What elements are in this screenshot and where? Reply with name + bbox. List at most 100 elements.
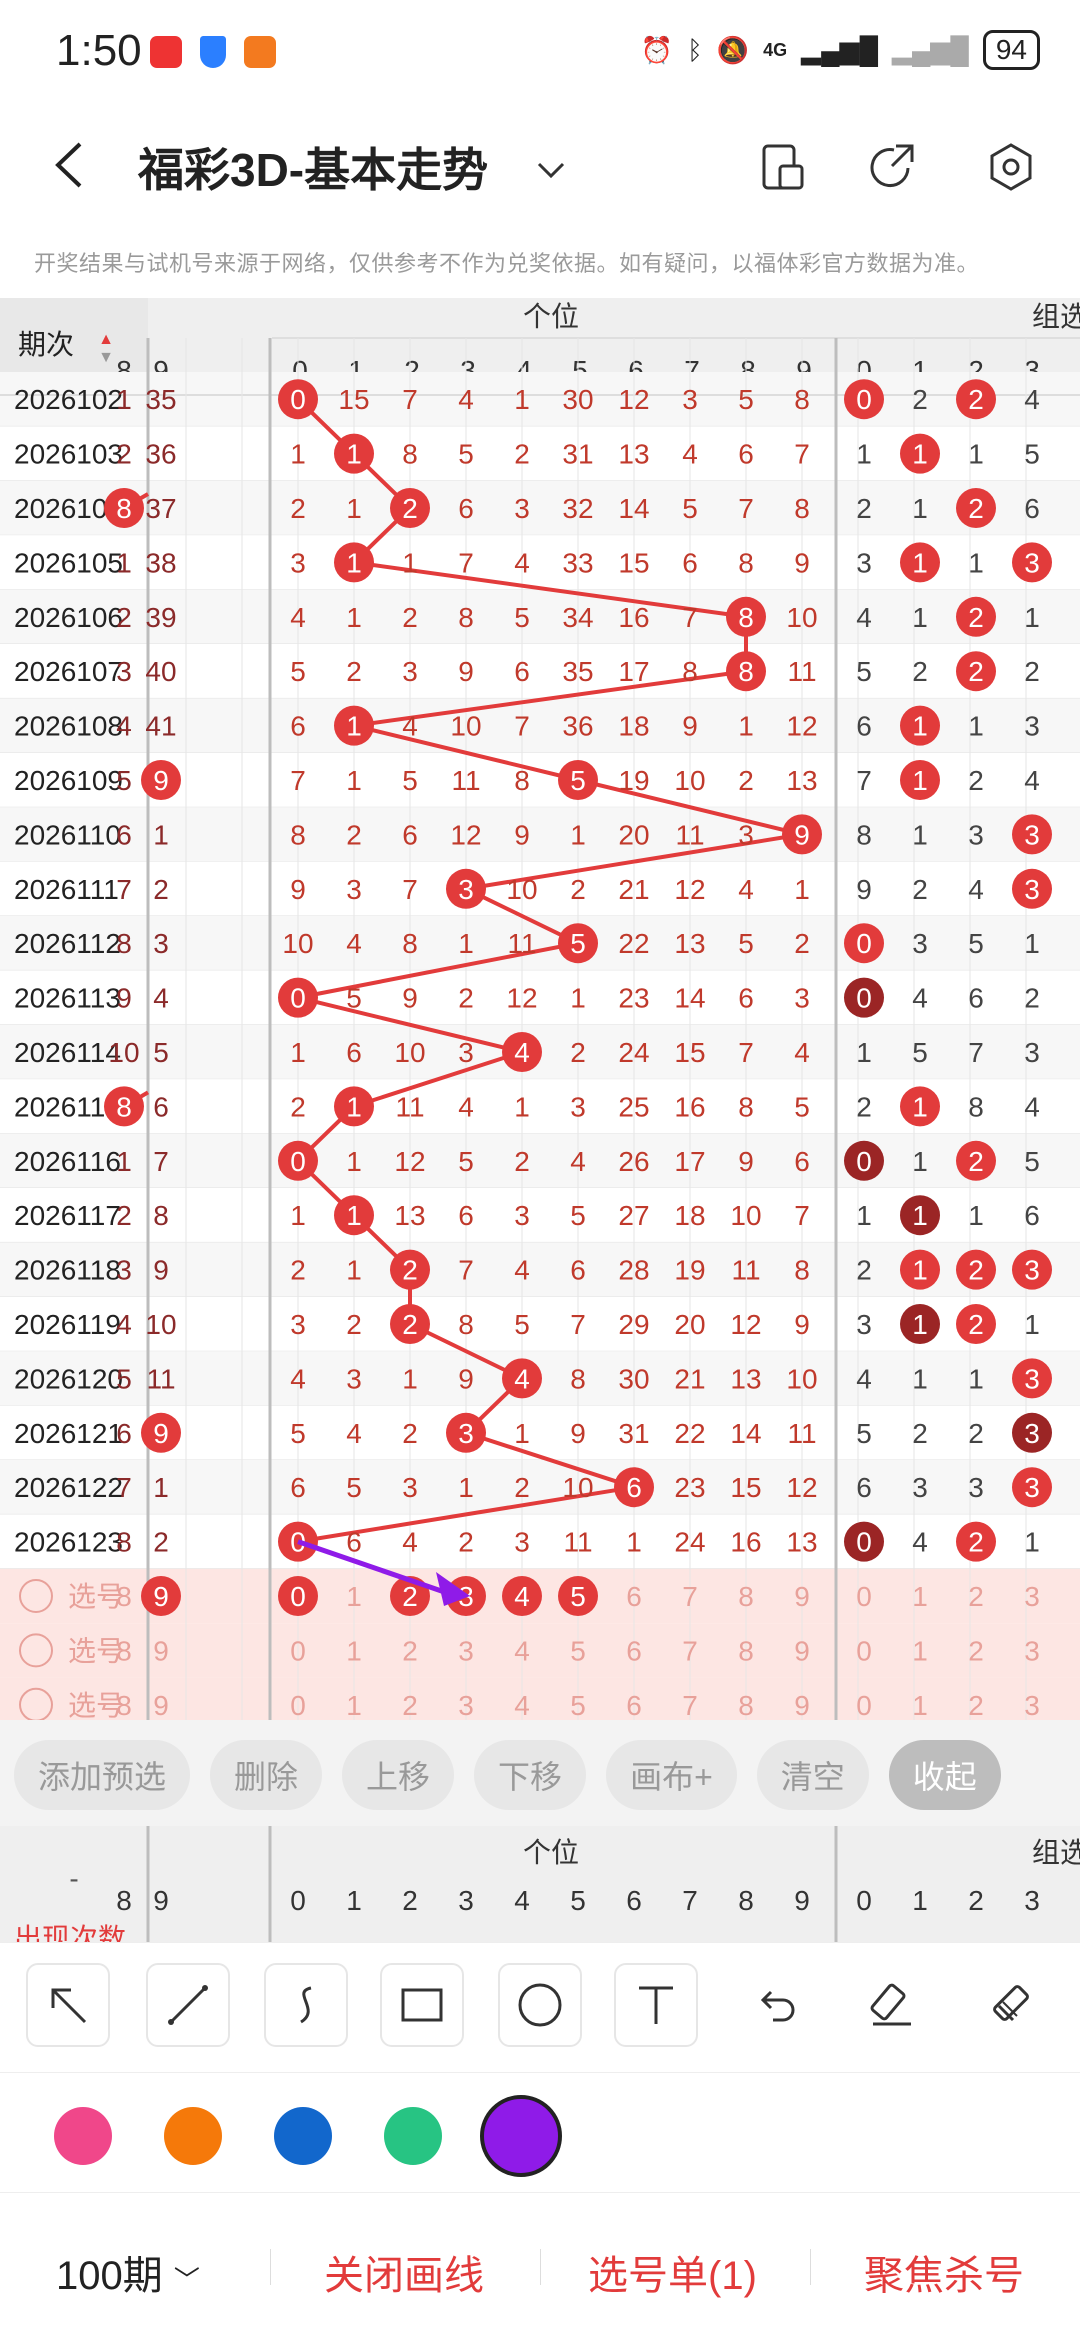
cell-value: 2 (912, 1418, 928, 1449)
pink-color-swatch[interactable] (54, 2107, 112, 2165)
cell-value: 5 (346, 1472, 362, 1503)
period-cell: 2026103 (14, 439, 123, 470)
clear-brush-icon[interactable] (968, 1963, 1052, 2047)
cell-value: 7 (570, 1309, 586, 1340)
chevron-down-icon[interactable] (536, 160, 566, 180)
cell-value: 3 (290, 1309, 306, 1340)
cell-value: 4 (738, 874, 754, 905)
cell-value: 15 (338, 384, 369, 415)
cell-value: 2 (514, 1146, 530, 1177)
move-up-button[interactable]: 上移 (342, 1740, 455, 1810)
mute-icon: 🔕 (716, 34, 750, 65)
close-lines-button[interactable]: 关闭画线 (324, 2243, 484, 2301)
cell-value: 18 (618, 711, 649, 742)
cell-value: 3 (738, 819, 754, 850)
cell-value: 8 (116, 1527, 132, 1558)
period-cell: 2026118 (14, 1255, 121, 1286)
cell-value: 6 (346, 1527, 362, 1558)
cell-value: 2 (570, 874, 586, 905)
huawei-app-icon (150, 36, 182, 68)
cell-value: 5 (912, 1037, 928, 1068)
period-cell: 2026107 (14, 656, 123, 687)
page-title[interactable]: 福彩3D-基本走势 (138, 134, 488, 200)
cell-value: 7 (116, 874, 132, 905)
cell-value: 4 (116, 1309, 132, 1340)
cell-value: 4 (856, 1363, 872, 1394)
circle-tool-icon[interactable] (498, 1963, 582, 2047)
cell-value: 11 (563, 1527, 592, 1558)
period-cell: 2026116 (14, 1146, 121, 1177)
arrow-tool-icon[interactable] (26, 1963, 110, 2047)
cell-value: 1 (570, 819, 586, 850)
share-icon[interactable] (868, 142, 918, 192)
cell-value: 3 (912, 1472, 928, 1503)
text-tool-icon[interactable] (614, 1963, 698, 2047)
cell-value: 21 (674, 1363, 705, 1394)
clear-button[interactable]: 清空 (756, 1740, 869, 1810)
cell-value: 3 (1024, 711, 1040, 742)
cell-value: 6 (682, 547, 698, 578)
cell-value: 41 (145, 711, 176, 742)
cell-value: 1 (116, 384, 132, 415)
drawing-tools (0, 1942, 1080, 2072)
collapse-button[interactable]: 收起 (888, 1740, 1001, 1810)
back-icon[interactable] (50, 140, 90, 190)
delete-button[interactable]: 删除 (210, 1740, 323, 1810)
cell-value: 5 (514, 1309, 530, 1340)
cell-value: 3 (514, 1527, 530, 1558)
period-cell: 2026122 (14, 1472, 123, 1503)
cell-value: 10 (674, 765, 705, 796)
cell-value: 10 (786, 602, 817, 633)
cell-value: 7 (738, 493, 754, 524)
cell-value: 2 (290, 1091, 306, 1122)
purple-color-swatch[interactable] (480, 2095, 562, 2177)
cell-value: 3 (794, 983, 810, 1014)
line-tool-icon[interactable] (146, 1963, 230, 2047)
cell-value: 3 (402, 1472, 418, 1503)
cell-value: 5 (290, 1418, 306, 1449)
cell-value: 8 (738, 602, 754, 633)
settings-icon[interactable] (986, 142, 1036, 192)
period-selector[interactable]: 100期 ﹀ (56, 2243, 200, 2301)
cell-value: 10 (450, 711, 481, 742)
column-header: 4 (514, 1885, 530, 1916)
orange-color-swatch[interactable] (164, 2107, 222, 2165)
sort-up-icon: ▲ (98, 331, 114, 348)
bluetooth-icon: ᛒ (687, 34, 703, 65)
move-down-button[interactable]: 下移 (474, 1740, 587, 1810)
curve-tool-icon[interactable] (264, 1963, 348, 2047)
blue-color-swatch[interactable] (274, 2107, 332, 2165)
cell-value: 6 (570, 1255, 586, 1286)
cell-value: 5 (1024, 439, 1040, 470)
cell-value: 2 (968, 656, 984, 687)
eraser-icon[interactable] (850, 1963, 934, 2047)
pick-value: 5 (570, 1581, 586, 1612)
green-color-swatch[interactable] (384, 2107, 442, 2165)
cell-value: 2 (968, 493, 984, 524)
cell-value: 8 (570, 1363, 586, 1394)
cell-value: 24 (618, 1037, 649, 1068)
cell-value: 2 (968, 1255, 984, 1286)
pick-value: 3 (1024, 1690, 1040, 1720)
pick-value: 7 (682, 1635, 698, 1666)
pick-value: 1 (912, 1581, 928, 1612)
cell-value: 9 (116, 983, 132, 1014)
cell-value: 13 (786, 1527, 817, 1558)
cell-value: 2 (290, 1255, 306, 1286)
canvas-plus-button[interactable]: 画布+ (606, 1740, 737, 1810)
cell-value: 11 (146, 1363, 175, 1394)
period-header: 期次 (18, 329, 74, 360)
screen-mode-icon[interactable] (758, 142, 808, 192)
cell-value: 3 (1024, 1472, 1040, 1503)
cell-value: 1 (346, 1255, 362, 1286)
rectangle-tool-icon[interactable] (380, 1963, 464, 2047)
add-preselect-button[interactable]: 添加预选 (14, 1740, 191, 1810)
trend-table[interactable]: 期次 ▲ ▼ 个位 组选 8 9 0 1 2 3 4 5 6 7 8 9 0 1 2 3 2026102 1 35 0 15 7 4 1… (0, 298, 1080, 1720)
undo-icon[interactable] (734, 1963, 818, 2047)
cell-value: 11 (731, 1255, 760, 1286)
cell-value: 36 (562, 711, 593, 742)
cell-value: 3 (1024, 1037, 1040, 1068)
selection-list-button[interactable]: 选号单(1) (588, 2243, 757, 2301)
cell-value: 2 (912, 874, 928, 905)
focus-kill-button[interactable]: 聚焦杀号 (864, 2243, 1024, 2301)
